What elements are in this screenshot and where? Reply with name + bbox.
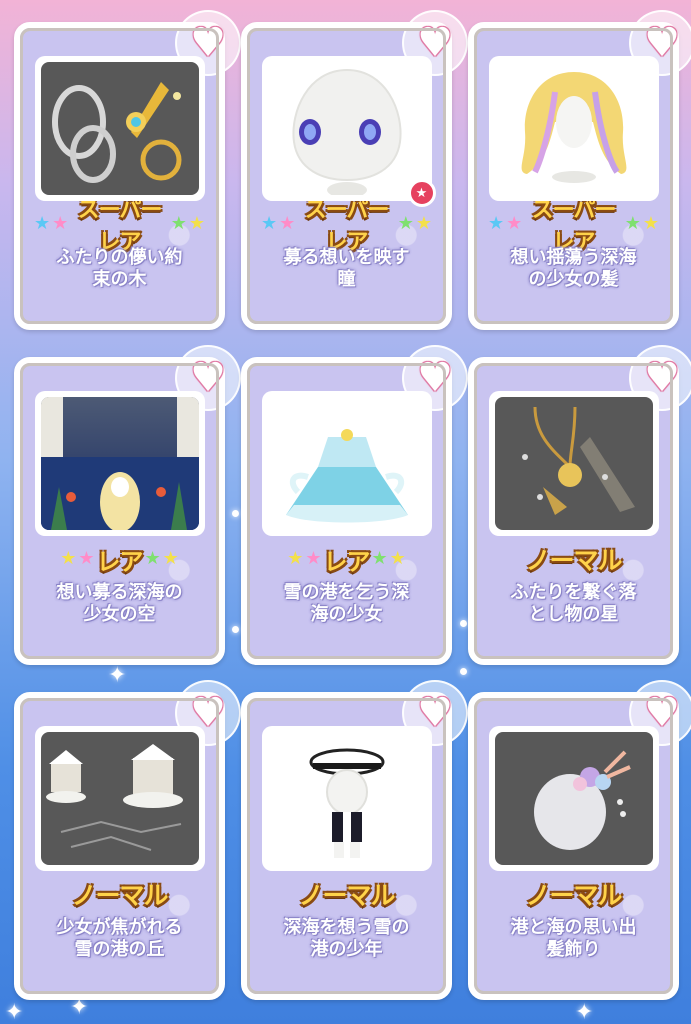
pin-icon: ★ bbox=[407, 179, 436, 207]
item-card[interactable]: ♥ ★ ★ レア ★ ★ 想い募る深海の 少女の空 bbox=[14, 345, 241, 665]
item-thumbnail bbox=[34, 726, 205, 871]
item-name-line: 港の少年 bbox=[310, 939, 383, 960]
item-thumbnail bbox=[261, 391, 432, 536]
item-name-line: 少女が焦がれる bbox=[56, 917, 183, 938]
item-card[interactable]: ♥ ★ ★ スーパーレア ★ ★ 想い揺蕩う深海 の少女の髪 bbox=[468, 10, 691, 330]
eyes-face-icon bbox=[267, 62, 426, 195]
rarity-label: ノーマル bbox=[488, 877, 659, 911]
item-name: 募る想いを映す 瞳 bbox=[261, 247, 432, 291]
item-name-line: 少女の空 bbox=[83, 604, 156, 625]
item-thumbnail bbox=[488, 391, 659, 536]
item-name-line: 想い募る深海の bbox=[56, 582, 183, 603]
item-name-line: 瞳 bbox=[337, 269, 356, 290]
item-thumbnail bbox=[261, 726, 432, 871]
rarity-label: ノーマル bbox=[261, 877, 432, 911]
item-name: 想い揺蕩う深海 の少女の髪 bbox=[488, 247, 659, 291]
flower-hairpiece-icon bbox=[494, 732, 653, 865]
rarity-label: ★ ★ レア ★ ★ bbox=[34, 542, 205, 576]
item-name: ふたりを繋ぐ落 とし物の星 bbox=[488, 582, 659, 626]
sailor-boy-icon bbox=[267, 732, 426, 865]
rarity-text: ノーマル bbox=[298, 881, 395, 910]
rarity-text: レア bbox=[323, 547, 371, 576]
item-name-line: 深海を想う雪の bbox=[283, 917, 410, 938]
item-name: 深海を想う雪の 港の少年 bbox=[261, 917, 432, 961]
item-name-line: ふたりを繋ぐ落 bbox=[510, 582, 637, 603]
item-name-line: 海の少女 bbox=[310, 604, 383, 625]
item-thumbnail bbox=[488, 726, 659, 871]
seabed-scene-icon bbox=[40, 397, 199, 530]
item-card[interactable]: ♥ ★ ★ スーパーレア ★ ★ ふたりの儚い約 束の木 bbox=[14, 10, 241, 330]
item-name: ふたりの儚い約 束の木 bbox=[34, 247, 205, 291]
item-name-line: ふたりの儚い約 bbox=[56, 247, 183, 268]
item-name-line: の少女の髪 bbox=[528, 269, 619, 290]
item-card[interactable]: ♥ ノーマル ふたりを繋ぐ落 とし物の星 bbox=[468, 345, 691, 665]
item-thumbnail bbox=[34, 56, 205, 201]
item-name: 想い募る深海の 少女の空 bbox=[34, 582, 205, 626]
item-name-line: とし物の星 bbox=[528, 604, 619, 625]
star-necklace-icon bbox=[494, 397, 653, 530]
item-card[interactable]: ♥ ノーマル 深海を想う雪の 港の少年 bbox=[241, 680, 468, 1000]
rarity-label: ★ ★ レア ★ ★ bbox=[261, 542, 432, 576]
item-card[interactable]: ♥ ノーマル 港と海の思い出 髪飾り bbox=[468, 680, 691, 1000]
item-name-line: 束の木 bbox=[92, 269, 147, 290]
rarity-text: ノーマル bbox=[71, 881, 168, 910]
item-name-line: 想い揺蕩う深海 bbox=[510, 247, 637, 268]
rarity-text: ノーマル bbox=[525, 881, 622, 910]
item-card[interactable]: ♥ ★ ★ レア ★ ★ 雪の港を乞う深 海の少女 bbox=[241, 345, 468, 665]
item-name-line: 募る想いを映す bbox=[283, 247, 410, 268]
item-name: 雪の港を乞う深 海の少女 bbox=[261, 582, 432, 626]
item-name: 少女が焦がれる 雪の港の丘 bbox=[34, 917, 205, 961]
item-thumbnail bbox=[488, 56, 659, 201]
golden-hair-icon bbox=[494, 62, 653, 195]
item-name: 港と海の思い出 髪飾り bbox=[488, 917, 659, 961]
rarity-text: レア bbox=[96, 547, 144, 576]
rarity-label: ★ ★ スーパーレア ★ ★ bbox=[34, 198, 205, 255]
item-card[interactable]: ♥ ノーマル 少女が焦がれる 雪の港の丘 bbox=[14, 680, 241, 1000]
item-name-line: 雪の港を乞う深 bbox=[283, 582, 410, 603]
item-name-line: 髪飾り bbox=[546, 939, 601, 960]
item-thumbnail: ★ bbox=[261, 56, 436, 207]
rarity-label: ★ ★ スーパーレア ★ ★ bbox=[488, 198, 659, 255]
snow-houses-icon bbox=[40, 732, 199, 865]
item-card[interactable]: ♥ ★ ★ ★ スーパーレア ★ ★ 募る想いを映す 瞳 bbox=[241, 10, 468, 330]
rarity-label: ノーマル bbox=[488, 542, 659, 576]
rarity-label: ノーマル bbox=[34, 877, 205, 911]
rarity-label: ★ ★ スーパーレア ★ ★ bbox=[261, 198, 432, 255]
item-name-line: 雪の港の丘 bbox=[74, 939, 165, 960]
item-name-line: 港と海の思い出 bbox=[510, 917, 637, 938]
item-thumbnail bbox=[34, 391, 205, 536]
chain-keys-icon bbox=[40, 62, 199, 195]
blue-dress-icon bbox=[267, 397, 426, 530]
rarity-text: ノーマル bbox=[525, 546, 622, 575]
item-grid: ♥ ★ ★ スーパーレア ★ ★ ふたりの儚い約 束の木 ♥ ★ ★ ★ スーパ… bbox=[14, 10, 691, 1007]
